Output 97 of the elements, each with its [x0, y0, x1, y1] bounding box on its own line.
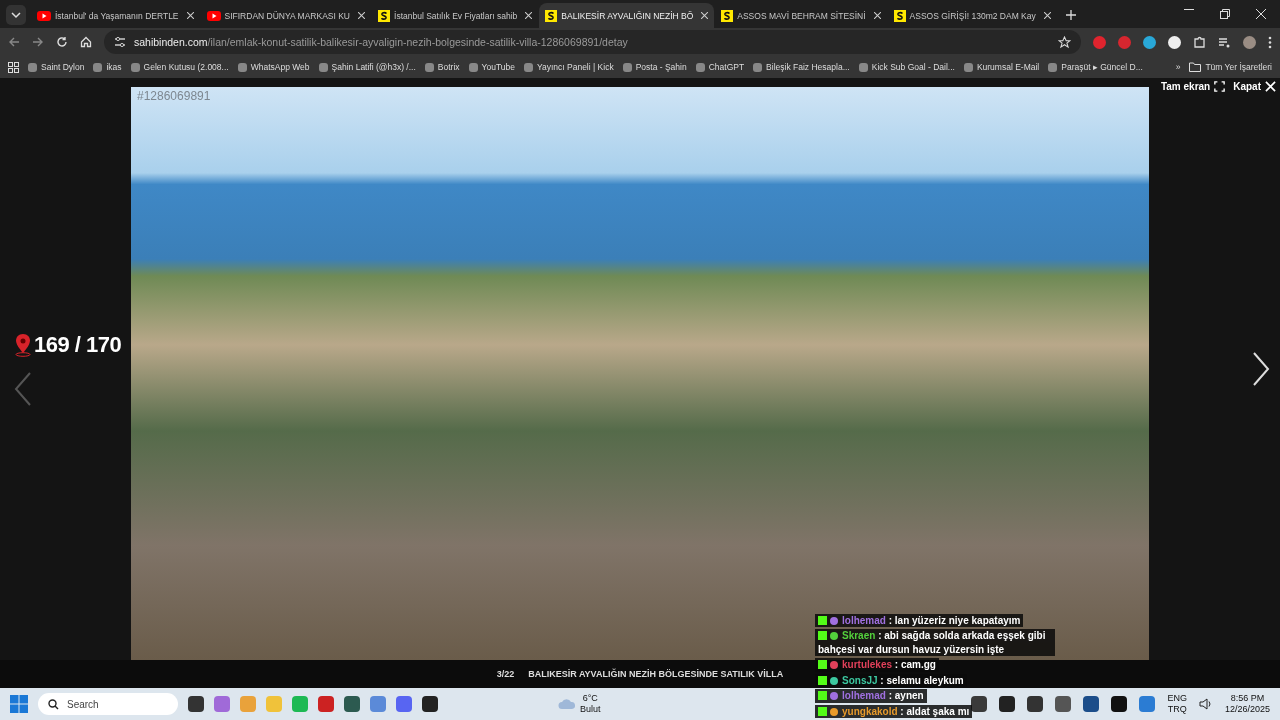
site-settings-icon[interactable]: [114, 36, 126, 48]
more-bookmarks-button[interactable]: »: [1175, 62, 1181, 72]
clock[interactable]: 8:56 PM 12/26/2025: [1224, 693, 1270, 715]
reload-icon[interactable]: [56, 36, 68, 48]
browser-tab[interactable]: İstanbul' da Yaşamanın DERTLE: [31, 3, 200, 28]
site-icon: [695, 62, 705, 72]
video-play-icon: [206, 10, 221, 21]
bookmark-link[interactable]: Yayıncı Paneli | Kick: [523, 62, 614, 72]
chat-message: lolhemad : aynen: [815, 689, 927, 703]
bookmark-link[interactable]: Saint Dylon: [28, 62, 85, 72]
bookmark-link[interactable]: Gelen Kutusu (2.008...: [130, 62, 229, 72]
map-pin-icon: [14, 333, 32, 357]
site-icon: [1048, 62, 1058, 72]
listing-number: #1286069891: [137, 89, 211, 103]
cloud-icon: [558, 698, 576, 710]
bookmark-link[interactable]: Botrix: [424, 62, 460, 72]
folder-icon: [1189, 62, 1202, 72]
browser-tab[interactable]: ASSOS MAVİ BEHRAM SİTESİNİ: [715, 3, 887, 28]
back-arrow-icon[interactable]: [8, 36, 20, 48]
address-bar[interactable]: sahibinden.com/ilan/emlak-konut-satilik-balikesir-ayvaligin-nezih-bolgesinde-satilik-villa-1286069891/detay: [104, 30, 1081, 54]
media-queue-icon[interactable]: [1218, 35, 1231, 49]
close-icon[interactable]: [873, 12, 881, 19]
language-indicator[interactable]: ENG TRQ: [1167, 693, 1187, 715]
letter-s-icon: [545, 9, 558, 22]
site-icon: [28, 62, 37, 72]
letter-s-icon: [721, 9, 734, 22]
puzzle-icon[interactable]: [1193, 35, 1206, 49]
search-icon: [48, 698, 59, 710]
taskbar-app-icon[interactable]: [422, 696, 438, 712]
home-icon[interactable]: [80, 36, 92, 48]
taskbar-app-icon[interactable]: [344, 696, 360, 712]
close-button[interactable]: Kapat: [1233, 81, 1276, 92]
site-icon: [523, 62, 533, 72]
extension-icon[interactable]: [1143, 35, 1156, 49]
tray-icon[interactable]: [1027, 696, 1044, 712]
search-field[interactable]: Search: [38, 693, 178, 715]
apps-grid-icon[interactable]: [8, 61, 19, 73]
tray-icon[interactable]: [999, 696, 1016, 712]
photo-counter: 169 / 170: [34, 332, 122, 358]
fullscreen-button[interactable]: Tam ekran: [1160, 81, 1226, 92]
close-window-icon[interactable]: [1256, 9, 1266, 19]
browser-tab[interactable]: BALIKESİR AYVALIĞIN NEZİH BÖ: [539, 3, 715, 28]
site-icon: [237, 62, 247, 72]
bookmark-link[interactable]: WhatsApp Web: [237, 62, 310, 72]
star-icon[interactable]: [1058, 35, 1071, 49]
browser-tab[interactable]: SIFIRDAN DÜNYA MARKASI KU: [200, 3, 371, 28]
chevron-down-icon[interactable]: [6, 5, 26, 25]
letter-s-icon: [378, 9, 390, 22]
close-icon: [1265, 81, 1276, 92]
weather-text: Bulut: [580, 704, 601, 715]
restore-icon[interactable]: [1220, 9, 1230, 19]
bookmark-link[interactable]: ChatGPT: [695, 62, 745, 72]
bookmark-link[interactable]: Paraşüt ▸ Güncel D...: [1048, 62, 1143, 72]
site-icon: [858, 62, 868, 72]
video-play-icon: [37, 10, 51, 21]
close-icon[interactable]: [525, 12, 533, 19]
site-icon: [130, 62, 140, 72]
chat-message: kurtulekes : cam.gg: [815, 658, 939, 672]
browser-tab[interactable]: ASSOS GİRİŞİ! 130m2 DAM Kay: [887, 3, 1057, 28]
bookmark-link[interactable]: Kick Sub Goal - Dail...: [858, 62, 955, 72]
photo-caption: BALIKESİR AYVALIĞIN NEZİH BÖLGESİNDE SATILIK VİLLA: [528, 669, 784, 679]
tray-icon[interactable]: [1111, 696, 1128, 712]
speaker-icon[interactable]: [1198, 698, 1213, 710]
tray-icon[interactable]: [971, 696, 988, 712]
site-icon: [318, 62, 328, 72]
avatar-icon[interactable]: [1243, 35, 1256, 49]
bookmark-link[interactable]: ikas: [93, 62, 122, 72]
close-icon[interactable]: [1043, 12, 1051, 19]
bookmark-link[interactable]: YouTube: [468, 62, 515, 72]
bookmark-link[interactable]: Kurumsal E-Mail: [963, 62, 1040, 72]
site-icon: [622, 62, 632, 72]
taskbar-app-icon[interactable]: [188, 696, 204, 712]
site-icon: [93, 62, 103, 72]
bookmark-link[interactable]: Posta - Şahin: [622, 62, 687, 72]
tray-icon[interactable]: [1083, 696, 1100, 712]
extension-icon[interactable]: [1168, 35, 1181, 49]
bookmark-link[interactable]: Bileşik Faiz Hesapla...: [753, 62, 850, 72]
temperature-text: 6°C: [582, 693, 598, 704]
forward-arrow-icon[interactable]: [32, 36, 44, 48]
site-icon: [468, 62, 478, 72]
close-icon[interactable]: [186, 12, 194, 19]
photo-index: 3/22: [496, 669, 515, 679]
url-text: sahibinden.com/ilan/emlak-konut-satilik-balikesir-ayvaligin-nezih-bolgesinde-satilik-villa-1286069891/detay: [134, 36, 628, 48]
plus-icon[interactable]: [1065, 10, 1076, 20]
browser-tab[interactable]: İstanbul Satılık Ev Fiyatları sahib: [372, 3, 539, 28]
tray-icon[interactable]: [1055, 696, 1072, 712]
close-icon[interactable]: [701, 12, 709, 19]
all-bookmarks-button[interactable]: Tüm Yer İşaretleri: [1189, 62, 1272, 72]
close-icon[interactable]: [358, 12, 365, 19]
site-icon: [963, 62, 973, 72]
fullscreen-icon: [1214, 81, 1226, 92]
windows-start-icon[interactable]: [10, 695, 28, 713]
kebab-menu-icon[interactable]: [1268, 35, 1272, 49]
letter-s-icon: [893, 9, 906, 22]
site-icon: [753, 62, 763, 72]
site-icon: [424, 62, 434, 72]
bookmark-link[interactable]: Şahin Latifi (@h3x) /...: [318, 62, 416, 72]
